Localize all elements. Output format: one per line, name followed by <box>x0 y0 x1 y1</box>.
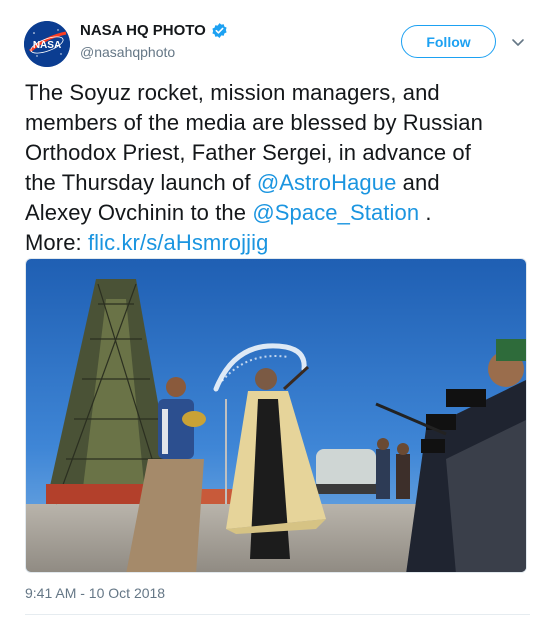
tweet-text-segment: . <box>419 200 432 225</box>
avatar-text: NASA <box>33 40 61 51</box>
tweet-timestamp[interactable]: 9:41 AM - 10 Oct 2018 <box>25 585 165 601</box>
tweet-line: More: flic.kr/s/aHsmrojjig <box>25 228 535 258</box>
tweet-text-segment: More: <box>25 230 88 255</box>
tweet-header: NASA NASA HQ PHOTO @nasahqphoto Follow <box>0 0 556 80</box>
photo-image <box>26 259 526 572</box>
tweet-line: Alexey Ovchinin to the @Space_Station . <box>25 198 535 228</box>
chevron-down-icon[interactable] <box>510 34 526 50</box>
divider <box>25 614 530 615</box>
tweet-line: members of the media are blessed by Russ… <box>25 110 483 135</box>
tweet-line: Orthodox Priest, Father Sergei, in advan… <box>25 140 471 165</box>
verified-badge-icon <box>211 22 228 39</box>
mention-astrohague-link[interactable]: @AstroHague <box>257 170 397 195</box>
flickr-link[interactable]: flic.kr/s/aHsmrojjig <box>88 230 268 255</box>
follow-button[interactable]: Follow <box>401 25 496 58</box>
tweet-line: The Soyuz rocket, mission managers, and <box>25 80 440 105</box>
display-name[interactable]: NASA HQ PHOTO <box>80 22 206 39</box>
user-handle[interactable]: @nasahqphoto <box>80 44 175 60</box>
tweet-photo[interactable] <box>25 258 527 573</box>
name-row: NASA HQ PHOTO <box>80 22 228 39</box>
tweet-text-segment: Alexey Ovchinin to the <box>25 200 253 225</box>
avatar[interactable]: NASA <box>24 21 70 67</box>
tweet-text-segment: the Thursday launch of <box>25 170 257 195</box>
tweet-text: The Soyuz rocket, mission managers, and … <box>25 78 535 258</box>
tweet-text-segment: and <box>396 170 440 195</box>
mention-space-station-link[interactable]: @Space_Station <box>252 200 419 225</box>
nasa-logo-icon: NASA <box>24 21 70 67</box>
tweet-line: the Thursday launch of @AstroHague and <box>25 168 535 198</box>
